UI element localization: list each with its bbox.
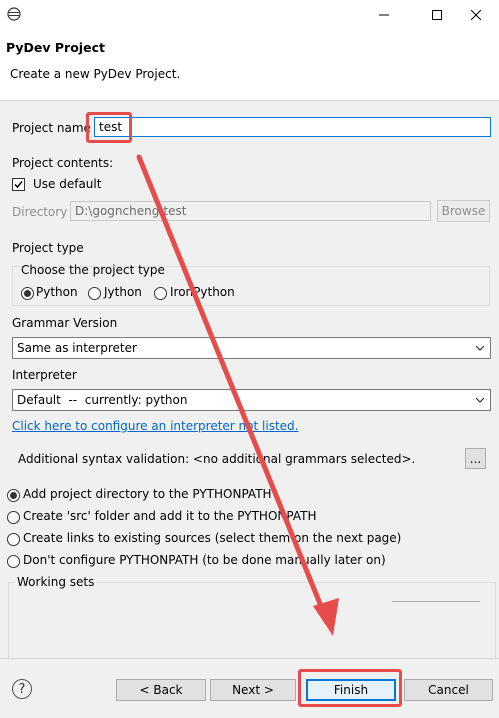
cancel-button[interactable]: Cancel: [404, 679, 493, 701]
project-name-label: Project name: [12, 121, 91, 135]
radio-create-links[interactable]: [7, 533, 20, 546]
radio-add-project-dir[interactable]: [7, 489, 20, 502]
directory-label: Directory: [12, 205, 68, 219]
wizard-footer: ? < Back Next > Finish Cancel: [0, 658, 499, 718]
project-contents-label: Project contents:: [12, 156, 114, 170]
syntax-validation-button[interactable]: ...: [465, 448, 486, 469]
working-sets-label: Working sets: [16, 575, 96, 589]
grammar-version-label: Grammar Version: [12, 316, 118, 330]
close-button[interactable]: [453, 0, 499, 30]
maximize-icon: [432, 10, 442, 20]
minimize-button[interactable]: [361, 0, 407, 30]
project-type-label: Project type: [12, 241, 84, 255]
title-bar: [0, 0, 499, 30]
radio-create-src-folder[interactable]: [7, 511, 20, 524]
interpreter-select[interactable]: Default -- currently: python: [12, 389, 491, 411]
chevron-down-icon: [475, 397, 485, 403]
grammar-version-select[interactable]: Same as interpreter: [12, 337, 491, 359]
eclipse-icon: [7, 7, 21, 21]
project-name-field[interactable]: test: [94, 117, 491, 137]
directory-field[interactable]: D:\gogncheng\test: [70, 201, 431, 221]
configure-interpreter-link[interactable]: Click here to configure an interpreter n…: [12, 419, 298, 433]
working-sets-group: [8, 582, 496, 658]
radio-ironpython[interactable]: [154, 287, 167, 300]
back-button[interactable]: < Back: [116, 679, 206, 701]
radio-dont-configure-label: Don't configure PYTHONPATH (to be done m…: [23, 553, 386, 567]
project-type-group-label: Choose the project type: [21, 263, 165, 277]
radio-create-src-folder-label: Create 'src' folder and add it to the PY…: [23, 509, 317, 523]
radio-dont-configure[interactable]: [7, 555, 20, 568]
interpreter-label: Interpreter: [12, 368, 77, 382]
working-sets-select-edge: [392, 601, 480, 602]
radio-jython-label: Jython: [104, 285, 142, 299]
wizard-title: PyDev Project: [6, 40, 105, 55]
checkmark-icon: [14, 181, 23, 189]
radio-add-project-dir-label: Add project directory to the PYTHONPATH: [23, 487, 272, 501]
radio-python-label: Python: [36, 285, 78, 299]
finish-button[interactable]: Finish: [306, 679, 396, 701]
radio-jython[interactable]: [88, 287, 101, 300]
interpreter-value: Default -- currently: python: [17, 393, 188, 407]
radio-create-links-label: Create links to existing sources (select…: [23, 531, 402, 545]
syntax-validation-label: Additional syntax validation: <no additi…: [18, 452, 416, 466]
minimize-icon: [379, 14, 389, 16]
wizard-content: Project name test Project contents: Use …: [0, 101, 499, 658]
use-default-checkbox[interactable]: [12, 178, 25, 191]
wizard-description: Create a new PyDev Project.: [10, 67, 181, 81]
radio-python[interactable]: [21, 287, 34, 300]
radio-ironpython-label: IronPython: [170, 285, 235, 299]
help-icon[interactable]: ?: [12, 679, 32, 699]
use-default-label: Use default: [33, 177, 102, 191]
close-icon: [471, 10, 481, 20]
chevron-down-icon: [475, 345, 485, 351]
wizard-header: PyDev Project Create a new PyDev Project…: [0, 30, 499, 101]
grammar-version-value: Same as interpreter: [17, 341, 137, 355]
browse-button[interactable]: Browse: [437, 200, 490, 222]
next-button[interactable]: Next >: [210, 679, 296, 701]
